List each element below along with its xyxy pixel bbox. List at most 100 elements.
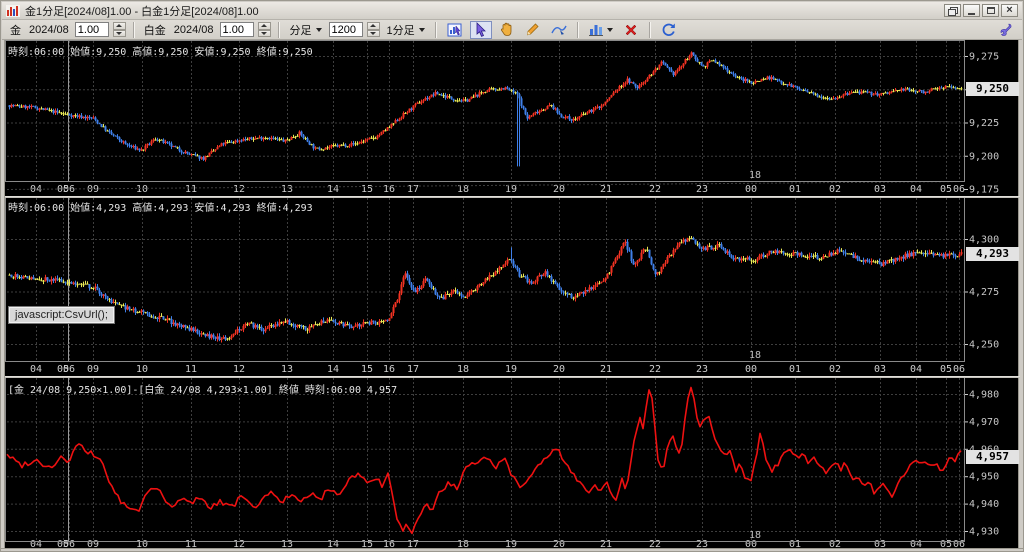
platinum-multiplier-stepper[interactable] xyxy=(257,22,271,37)
svg-text:14: 14 xyxy=(327,364,339,375)
refresh-button[interactable] xyxy=(658,21,680,39)
titlebar: 金1分足[2024/08]1.00 - 白金1分足[2024/08]1.00 × xyxy=(2,2,1022,20)
draw-curve-button[interactable] xyxy=(548,21,570,39)
gold-multiplier-stepper[interactable] xyxy=(112,22,126,37)
svg-text:15: 15 xyxy=(361,364,373,375)
svg-text:23: 23 xyxy=(696,184,708,195)
svg-text:09: 09 xyxy=(87,364,99,375)
interval-label: 1分足 xyxy=(386,24,415,37)
svg-text:01: 01 xyxy=(789,364,801,375)
maximize-icon xyxy=(986,7,995,14)
svg-text:10: 10 xyxy=(136,184,148,195)
svg-text:18: 18 xyxy=(749,350,761,361)
svg-text:11: 11 xyxy=(185,184,197,195)
svg-text:20: 20 xyxy=(553,184,565,195)
svg-text:15: 15 xyxy=(361,184,373,195)
svg-text:06: 06 xyxy=(953,184,965,195)
stepper-up-icon[interactable] xyxy=(112,22,126,30)
chevron-down-icon xyxy=(606,27,613,32)
panel-separator[interactable] xyxy=(5,196,1020,198)
svg-text:18: 18 xyxy=(749,170,761,181)
delete-drawings-button[interactable] xyxy=(620,21,642,39)
svg-text:23: 23 xyxy=(696,364,708,375)
svg-text:00: 00 xyxy=(745,184,757,195)
new-window-button[interactable] xyxy=(944,4,961,17)
stepper-up-icon[interactable] xyxy=(366,22,380,30)
toolbar-separator xyxy=(648,21,651,38)
svg-text:05: 05 xyxy=(940,364,952,375)
select-tool-button[interactable] xyxy=(469,20,492,39)
svg-text:04: 04 xyxy=(910,184,922,195)
pan-tool-button[interactable] xyxy=(496,21,518,39)
platinum-multiplier-input[interactable] xyxy=(219,22,254,37)
draw-line-button[interactable] xyxy=(522,21,544,39)
panel-separator[interactable] xyxy=(5,376,1020,378)
chart-cursor-icon xyxy=(447,23,462,36)
svg-text:12: 12 xyxy=(233,184,245,195)
gold-current-price: 9,250 xyxy=(966,82,1019,96)
bar-type-dropdown[interactable]: 分足 xyxy=(287,21,325,39)
bar-count-stepper[interactable] xyxy=(366,22,380,37)
svg-text:4,300: 4,300 xyxy=(969,235,999,246)
svg-text:9,275: 9,275 xyxy=(969,52,999,63)
svg-text:9,200: 9,200 xyxy=(969,151,999,162)
settings-button[interactable] xyxy=(994,21,1016,39)
window-frame xyxy=(1018,40,1023,551)
svg-text:18: 18 xyxy=(749,530,761,541)
svg-text:04: 04 xyxy=(910,364,922,375)
minimize-icon xyxy=(968,12,975,15)
minimize-button[interactable] xyxy=(963,4,980,17)
svg-text:4,970: 4,970 xyxy=(969,417,999,428)
window-title: 金1分足[2024/08]1.00 - 白金1分足[2024/08]1.00 xyxy=(25,5,259,18)
stepper-up-icon[interactable] xyxy=(257,22,271,30)
chart-cursor-button[interactable] xyxy=(444,21,466,39)
svg-text:21: 21 xyxy=(600,184,612,195)
svg-text:22: 22 xyxy=(649,364,661,375)
curve-pen-icon xyxy=(551,25,567,35)
refresh-icon xyxy=(662,23,675,36)
charts-area: 04 05 06 09 10 11 12 13 14 15 16 17 18 19 20 21 22 23 00 01… xyxy=(5,40,1020,550)
toolbar-separator xyxy=(576,21,579,38)
svg-text:03: 03 xyxy=(874,364,886,375)
svg-text:10: 10 xyxy=(136,364,148,375)
svg-text:17: 17 xyxy=(407,364,419,375)
spread-current-price: 4,957 xyxy=(966,450,1019,464)
svg-text:14: 14 xyxy=(327,184,339,195)
svg-text:19: 19 xyxy=(505,364,517,375)
csv-url-tooltip: javascript:CsvUrl(); xyxy=(8,306,115,324)
charts-canvas[interactable]: 04 0506 09 10 11 12 13 14 15 16 17 18 19 20 21 22 23 00 01… xyxy=(5,40,1020,550)
svg-text:02: 02 xyxy=(829,184,841,195)
gold-label: 金 xyxy=(10,24,21,37)
platinum-month-label: 2024/08 xyxy=(173,23,214,36)
interval-dropdown[interactable]: 1分足 xyxy=(384,21,428,39)
maximize-button[interactable] xyxy=(982,4,999,17)
toolbar-separator xyxy=(277,21,280,38)
svg-text:4,980: 4,980 xyxy=(969,390,999,401)
select-arrow-icon xyxy=(476,22,486,37)
svg-text:21: 21 xyxy=(600,364,612,375)
svg-text:16: 16 xyxy=(383,184,395,195)
svg-text:05: 05 xyxy=(940,184,952,195)
svg-text:13: 13 xyxy=(281,364,293,375)
platinum-label: 白金 xyxy=(143,24,166,37)
app-icon xyxy=(6,4,20,17)
window-frame xyxy=(1,40,5,551)
svg-text:16: 16 xyxy=(383,364,395,375)
stepper-down-icon[interactable] xyxy=(257,29,271,37)
close-button[interactable]: × xyxy=(1001,4,1018,17)
settings-wrench-icon xyxy=(1000,23,1011,36)
stepper-down-icon[interactable] xyxy=(366,29,380,37)
pan-hand-icon xyxy=(501,22,512,36)
spread-info-line: [金 24/08 9,250×1.00]-[白金 24/08 4,293×1.0… xyxy=(8,385,398,396)
svg-text:22: 22 xyxy=(649,184,661,195)
bar-count-input[interactable] xyxy=(328,22,363,37)
close-icon: × xyxy=(1006,4,1013,16)
svg-text:4,940: 4,940 xyxy=(969,499,999,510)
pencil-icon xyxy=(527,23,539,36)
stepper-down-icon[interactable] xyxy=(112,29,126,37)
gold-multiplier-input[interactable] xyxy=(74,22,109,37)
svg-text:20: 20 xyxy=(553,364,565,375)
svg-text:4,950: 4,950 xyxy=(969,472,999,483)
svg-text:4,930: 4,930 xyxy=(969,527,999,538)
chart-style-button[interactable] xyxy=(586,21,616,39)
